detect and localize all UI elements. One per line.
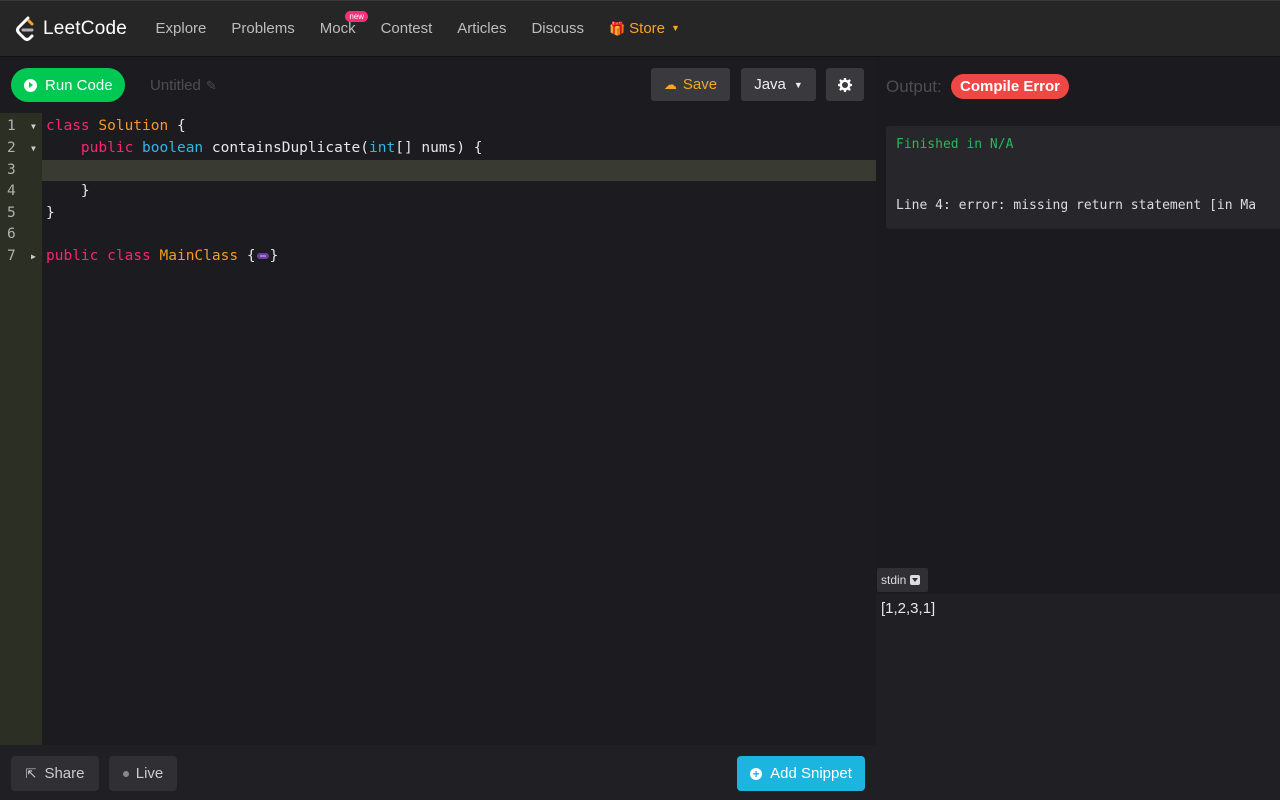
output-label: Output:	[886, 77, 942, 96]
code-line: 2 ▼ public boolean containsDuplicate(int…	[0, 138, 876, 160]
editor-toolbar: Run Code Untitled ✎ ☁ Save Java ▼	[0, 57, 876, 113]
logo-text: LeetCode	[43, 17, 128, 39]
nav-mock-label: Mock	[319, 20, 356, 37]
new-badge: new	[345, 11, 369, 22]
nav-store-label: Store	[629, 20, 666, 37]
top-navbar: LeetCode Explore Problems Mock new Conte…	[0, 0, 1280, 57]
collapse-toggle-icon[interactable]	[910, 575, 921, 585]
stdin-tab[interactable]: stdin	[877, 568, 928, 592]
code-line: 7 ▶ public class MainClass {}	[0, 246, 876, 268]
add-snippet-button[interactable]: + Add Snippet	[737, 756, 865, 791]
run-code-button[interactable]: Run Code	[11, 68, 125, 102]
code-editor[interactable]: 1 ▼ class Solution { 2 ▼ public boolean …	[0, 113, 876, 745]
share-label: Share	[44, 765, 85, 782]
output-panel: Output: Compile Error Finished in N/A Li…	[876, 57, 1280, 800]
language-select[interactable]: Java ▼	[741, 68, 816, 101]
line-number: 4	[7, 183, 16, 199]
live-dot-icon	[122, 770, 129, 777]
nav-articles[interactable]: Articles	[445, 0, 519, 57]
line-number: 3	[7, 161, 16, 178]
code-line: 3	[0, 160, 876, 182]
playground-title-text: Untitled	[150, 77, 201, 94]
code-text: class Solution {	[46, 118, 186, 134]
code-text: public boolean containsDuplicate(int[] n…	[80, 140, 483, 156]
line-number: 6	[7, 226, 16, 242]
output-console: Finished in N/A Line 4: error: missing r…	[886, 126, 1280, 229]
line-number: 5	[7, 204, 16, 221]
stdin-input[interactable]: [1,2,3,1]	[876, 594, 1280, 800]
caret-down-icon: ▼	[793, 79, 803, 90]
pencil-icon: ✎	[205, 77, 217, 93]
caret-down-icon: ▼	[671, 23, 680, 33]
share-icon: ⇱	[25, 765, 37, 781]
language-label: Java	[754, 76, 786, 93]
output-finished-text: Finished in N/A	[896, 137, 1014, 152]
settings-button[interactable]	[826, 68, 864, 101]
gear-icon	[838, 77, 852, 92]
nav-explore[interactable]: Explore	[143, 0, 219, 57]
error-line: Line 4: error: missing return statement …	[896, 198, 1257, 213]
code-line: 1 ▼ class Solution {	[0, 116, 876, 138]
playground-title[interactable]: Untitled ✎	[150, 77, 217, 94]
code-text: public class MainClass {}	[46, 247, 279, 264]
folded-code-marker[interactable]	[256, 252, 269, 259]
save-label: Save	[682, 76, 718, 93]
save-button[interactable]: ☁ Save	[651, 68, 730, 101]
run-code-label: Run Code	[45, 76, 113, 94]
code-text: }	[46, 204, 55, 221]
nav-store[interactable]: 🎁 Store ▼	[596, 0, 692, 57]
nav-contest[interactable]: Contest	[368, 0, 445, 57]
code-text: }	[46, 183, 90, 199]
fold-closed-icon[interactable]: ▶	[31, 246, 36, 268]
gift-icon: 🎁	[608, 21, 626, 36]
plus-circle-icon: +	[750, 767, 763, 780]
nav-mock[interactable]: Mock new	[307, 0, 369, 57]
editor-bottom-bar: ⇱ Share Live + Add Snippet	[0, 745, 876, 800]
live-label: Live	[135, 765, 164, 782]
status-badge: Compile Error	[951, 74, 1070, 99]
add-snippet-label: Add Snippet	[770, 765, 852, 782]
nav-discuss[interactable]: Discuss	[519, 0, 597, 57]
output-error-text: Line 4: error: missing return statement …	[896, 161, 1256, 229]
nav-problems[interactable]: Problems	[219, 0, 307, 57]
play-icon	[24, 78, 37, 92]
leetcode-logo-icon	[16, 16, 34, 41]
stdin-value: [1,2,3,1]	[881, 600, 936, 617]
code-line: 4 }	[0, 181, 876, 203]
fold-open-icon[interactable]: ▼	[31, 138, 36, 160]
stdin-tab-label: stdin	[881, 573, 907, 587]
fold-open-icon[interactable]: ▼	[31, 116, 36, 138]
code-line: 5 }	[0, 203, 876, 225]
share-button[interactable]: ⇱ Share	[11, 756, 99, 791]
code-line: 6	[0, 224, 876, 246]
live-button[interactable]: Live	[109, 756, 177, 791]
leetcode-logo[interactable]: LeetCode	[15, 16, 127, 42]
cloud-upload-icon: ☁	[663, 76, 677, 92]
